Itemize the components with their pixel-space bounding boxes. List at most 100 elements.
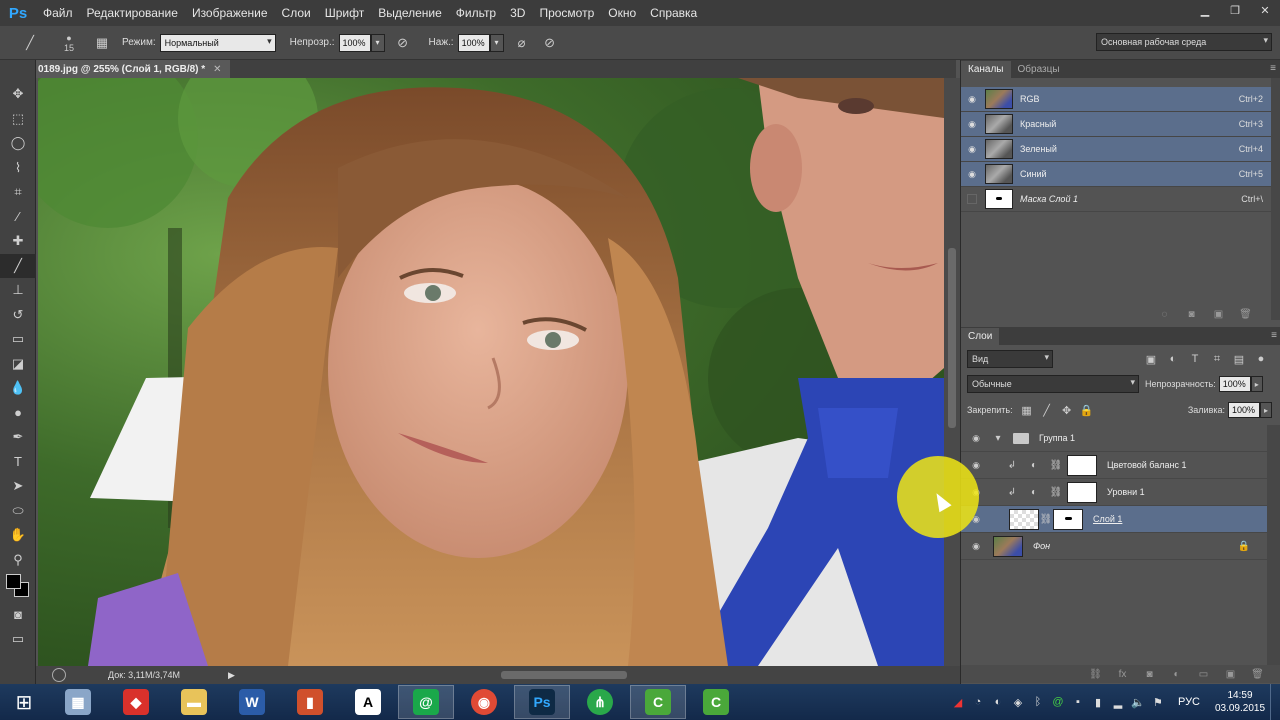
opacity-pressure-icon[interactable]: ⊘ [391, 31, 415, 55]
taskbar-app-red[interactable]: ◆ [108, 685, 164, 719]
screen-mode-icon[interactable]: ▭ [0, 627, 36, 652]
link-icon[interactable]: ⛓ [1045, 460, 1067, 471]
mode-select[interactable]: Нормальный [159, 33, 276, 52]
layer-style-icon[interactable]: fx [1109, 669, 1136, 680]
gradient-tool-icon[interactable]: ◪ [0, 352, 36, 377]
minimize-icon[interactable]: ▁ [1190, 0, 1220, 20]
taskbar-fonts[interactable]: A [340, 685, 396, 719]
canvas-horizontal-scrollbar[interactable] [251, 669, 951, 681]
zoom-level-icon[interactable] [52, 668, 66, 682]
taskbar-calculator[interactable]: ▦ [50, 685, 106, 719]
layer-thumbnail[interactable] [1009, 508, 1039, 530]
load-selection-icon[interactable]: ◌ [1151, 309, 1178, 320]
eraser-tool-icon[interactable]: ▭ [0, 327, 36, 352]
menu-3d[interactable]: 3D [503, 0, 532, 26]
brush-preset-icon[interactable]: ╱ [18, 31, 42, 55]
image-canvas[interactable] [38, 78, 944, 666]
brush-size-picker[interactable]: ● 15 [54, 31, 84, 55]
marquee-tool-icon[interactable]: ⬚ [0, 107, 36, 132]
airbrush-icon[interactable]: ⌀ [510, 31, 534, 55]
menu-help[interactable]: Справка [643, 0, 704, 26]
menu-layers[interactable]: Слои [275, 0, 318, 26]
new-channel-icon[interactable]: ▣ [1205, 309, 1232, 320]
flag-icon[interactable]: ⚑ [1148, 696, 1168, 709]
quick-select-tool-icon[interactable]: ⌇ [0, 156, 36, 181]
vertical-scroll-thumb[interactable] [948, 248, 956, 428]
taskbar-mail[interactable]: @ [398, 685, 454, 719]
zoom-tool-icon[interactable]: ⚲ [0, 548, 36, 573]
channels-scrollbar[interactable] [1271, 78, 1280, 320]
tablet-pressure-icon[interactable]: ⊘ [538, 31, 562, 55]
filter-shape-icon[interactable]: ⌗ [1206, 353, 1228, 366]
new-adjustment-icon[interactable]: ◐ [1163, 669, 1190, 680]
save-selection-icon[interactable]: ◙ [1178, 309, 1205, 320]
canvas-vertical-scrollbar[interactable] [944, 78, 960, 666]
pressure-dropdown-icon[interactable]: ▾ [489, 33, 504, 52]
layer-opacity-input[interactable]: 100% [1218, 376, 1251, 392]
panel-menu-icon[interactable]: ≡ [1271, 330, 1277, 341]
menu-select[interactable]: Выделение [371, 0, 449, 26]
hand-tool-icon[interactable]: ✋ [0, 523, 36, 548]
collapse-arrow-icon[interactable]: ▾ [987, 433, 1009, 444]
horizontal-scroll-thumb[interactable] [501, 671, 627, 679]
new-group-icon[interactable]: ▭ [1190, 669, 1217, 680]
eye-icon[interactable]: ◉ [961, 162, 983, 187]
layer-group-1[interactable]: ◉ ▾ Группа 1 [961, 425, 1267, 452]
link-icon[interactable]: ⛓ [1045, 487, 1067, 498]
layer-color-balance[interactable]: ◉ ↲ ◐ ⛓ Цветовой баланс 1 [961, 452, 1267, 479]
close-tab-icon[interactable]: ✕ [213, 64, 221, 75]
menu-type[interactable]: Шрифт [318, 0, 371, 26]
eye-icon[interactable]: ◉ [961, 137, 983, 162]
tray-app-icon[interactable]: ◈ [1008, 696, 1028, 709]
new-layer-icon[interactable]: ▣ [1217, 669, 1244, 680]
brush-panel-icon[interactable]: ▦ [90, 31, 114, 55]
bluetooth-icon[interactable]: ᛒ [1028, 696, 1048, 708]
menu-view[interactable]: Просмотр [532, 0, 601, 26]
tray-app-icon[interactable]: ◔ [968, 696, 988, 708]
taskbar-photoshop[interactable]: Ps [514, 685, 570, 719]
layers-scrollbar[interactable] [1267, 425, 1280, 665]
menu-edit[interactable]: Редактирование [80, 0, 185, 26]
path-select-tool-icon[interactable]: ➤ [0, 474, 36, 499]
mail-tray-icon[interactable]: @ [1048, 696, 1068, 708]
tab-layers[interactable]: Слои [961, 328, 1000, 345]
clock[interactable]: 14:59 03.09.2015 [1210, 689, 1270, 715]
filter-type-icon[interactable]: T [1184, 353, 1206, 365]
delete-channel-icon[interactable]: 🗑 [1232, 309, 1259, 320]
filter-toggle-icon[interactable]: ● [1250, 353, 1272, 365]
quick-mask-icon[interactable]: ◙ [0, 602, 36, 627]
taskbar-word[interactable]: W [224, 685, 280, 719]
show-desktop-button[interactable] [1270, 684, 1280, 720]
document-tab[interactable]: 0189.jpg @ 255% (Слой 1, RGB/8) * ✕ [36, 60, 230, 78]
healing-tool-icon[interactable]: ✚ [0, 229, 36, 254]
layer-thumbnail[interactable] [993, 535, 1023, 557]
link-icon[interactable]: ⛓ [1039, 514, 1053, 525]
fill-input[interactable]: 100% [1228, 402, 1260, 418]
volume-icon[interactable]: 🔈 [1128, 696, 1148, 709]
crop-tool-icon[interactable]: ⌗ [0, 180, 36, 205]
layer-1[interactable]: ◉ ⛓ Слой 1 [961, 506, 1267, 533]
tray-app-icon[interactable]: ▪ [1068, 696, 1088, 708]
taskbar-app-books[interactable]: ▮ [282, 685, 338, 719]
add-mask-icon[interactable]: ◙ [1136, 669, 1163, 680]
lock-position-icon[interactable]: ✥ [1057, 404, 1077, 417]
visibility-toggle[interactable] [961, 187, 983, 212]
pen-tool-icon[interactable]: ✒ [0, 425, 36, 450]
layer-opacity-dropdown-icon[interactable]: ▸ [1250, 376, 1263, 392]
tab-swatches[interactable]: Образцы [1011, 61, 1067, 78]
filter-pixel-icon[interactable]: ▣ [1140, 353, 1162, 366]
fill-dropdown-icon[interactable]: ▸ [1260, 402, 1272, 418]
channel-blue[interactable]: ◉ Синий Ctrl+5 [961, 162, 1271, 187]
pressure-input[interactable]: 100% [457, 33, 490, 52]
eye-icon[interactable]: ◉ [965, 541, 987, 552]
lock-transparency-icon[interactable]: ▦ [1017, 404, 1037, 417]
panel-menu-icon[interactable]: ≡ [1270, 63, 1276, 74]
taskbar-app-green[interactable]: ⋔ [572, 685, 628, 719]
filter-smart-object-icon[interactable]: ▤ [1228, 353, 1250, 366]
windows-start-icon[interactable]: ⊞ [0, 684, 48, 720]
eyedropper-tool-icon[interactable]: ⁄ [0, 205, 36, 230]
delete-layer-icon[interactable]: 🗑 [1244, 669, 1271, 680]
tray-app-icon[interactable]: ▮ [1088, 696, 1108, 709]
foreground-color-swatch[interactable] [6, 574, 21, 589]
layer-background[interactable]: ◉ Фон 🔒 [961, 533, 1267, 560]
